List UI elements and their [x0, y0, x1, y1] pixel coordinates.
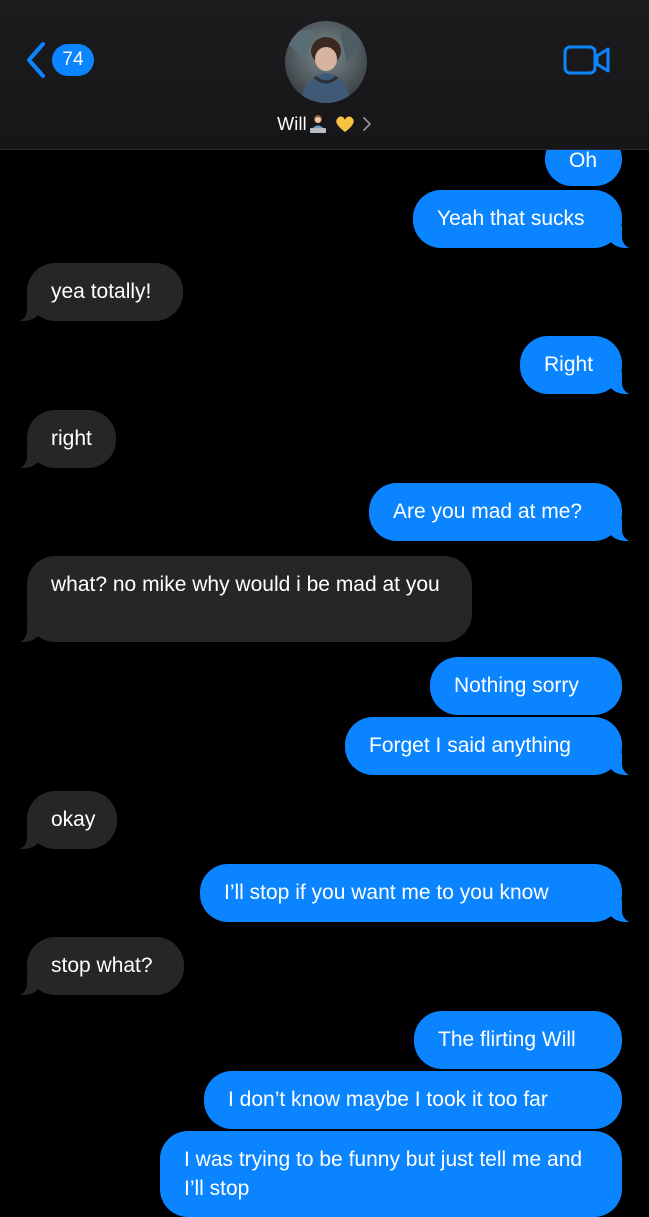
message-bubble-sent[interactable]: Right — [520, 336, 636, 395]
message-bubble-sent[interactable]: I don’t know maybe I took it too far — [204, 1071, 622, 1129]
message-text: Right — [544, 353, 594, 376]
message-text: Are you mad at me? — [393, 500, 583, 523]
unread-count-badge: 74 — [52, 44, 94, 76]
chevron-left-icon — [27, 42, 45, 78]
message-bubble-received[interactable]: stop what? — [13, 937, 184, 996]
message-text: Nothing sorry — [454, 674, 579, 697]
avatar[interactable] — [285, 21, 367, 103]
contact-details-button[interactable]: Will — [0, 110, 649, 138]
message-bubble-received[interactable]: what? no mike why would i be mad at you — [13, 556, 472, 643]
message-text: what? no mike why would i be mad at you — [51, 573, 440, 596]
message-text: Forget I said anything — [369, 734, 571, 757]
message-bubble-sent[interactable]: Yeah that sucks — [413, 190, 636, 249]
message-bubble-sent[interactable]: Are you mad at me? — [369, 483, 636, 542]
message-bubble-received[interactable]: yea totally! — [13, 263, 183, 322]
message-text: right — [51, 427, 92, 450]
chevron-right-icon — [362, 117, 371, 131]
message-bubble-sent[interactable]: Forget I said anything — [345, 717, 636, 776]
message-text: I don’t know maybe I took it too far — [228, 1088, 548, 1111]
message-text: I was trying to be funny but just tell m… — [184, 1148, 583, 1200]
message-bubble-sent[interactable]: I’ll stop if you want me to you know — [200, 864, 636, 923]
person-at-laptop-emoji-icon — [309, 115, 326, 133]
message-text: yea totally! — [51, 280, 152, 303]
message-text: Oh — [569, 149, 598, 172]
message-bubble-received[interactable]: right — [13, 410, 116, 469]
message-bubble-sent[interactable]: The flirting Will — [414, 1011, 622, 1069]
message-text: Yeah that sucks — [437, 207, 585, 230]
message-bubble-sent[interactable]: Nothing sorry — [430, 657, 622, 715]
yellow-heart-icon — [336, 116, 354, 132]
video-call-icon[interactable] — [563, 44, 611, 76]
avatar-photo — [285, 21, 367, 103]
conversation-header: 74 Will — [0, 0, 649, 150]
message-text: okay — [51, 808, 96, 831]
message-text: stop what? — [51, 954, 153, 977]
message-bubble-sent[interactable]: I was trying to be funny but just tell m… — [160, 1131, 622, 1217]
message-thread: Oh Yeah that sucks yea totally! Right ri… — [0, 0, 649, 1217]
back-button[interactable]: 74 — [24, 40, 94, 80]
message-text: The flirting Will — [438, 1028, 576, 1051]
message-text: I’ll stop if you want me to you know — [224, 881, 549, 904]
contact-name: Will — [277, 113, 307, 134]
message-bubble-received[interactable]: okay — [13, 791, 117, 850]
